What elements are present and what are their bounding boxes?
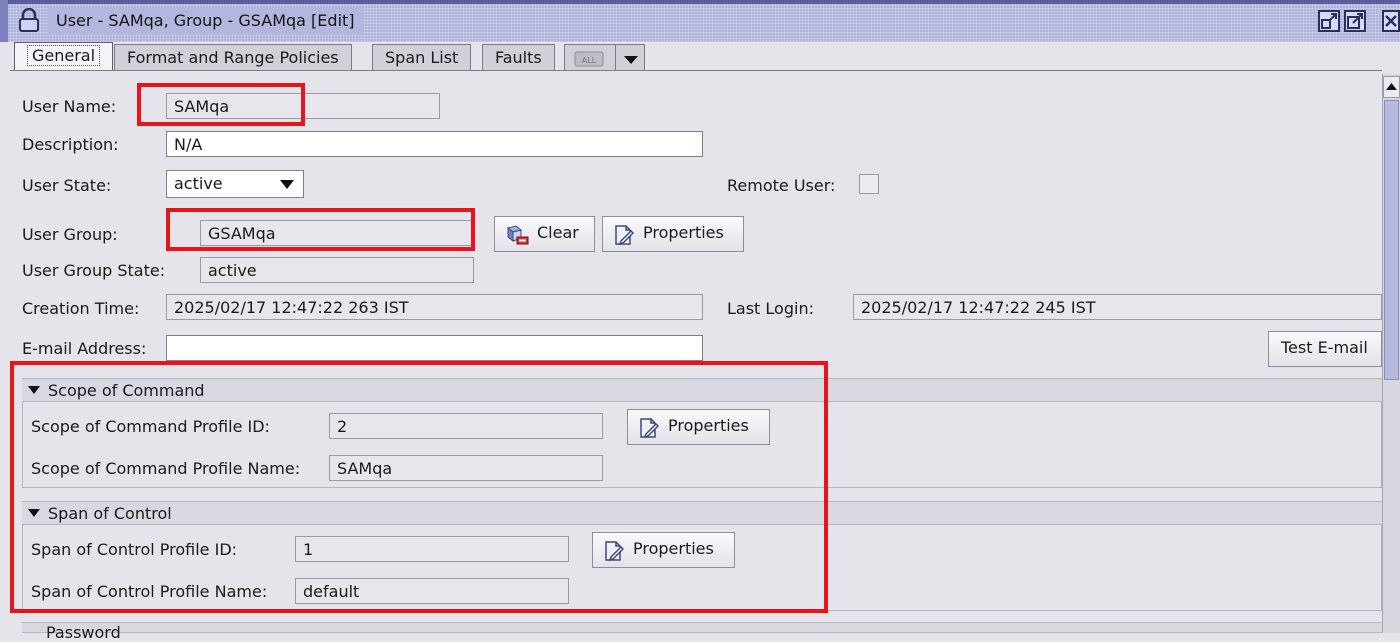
maximize-icon[interactable] [1344, 10, 1366, 32]
window-edge [0, 0, 8, 42]
user-group-label: User Group: [22, 225, 118, 244]
creation-time-field[interactable]: 2025/02/17 12:47:22 263 IST [166, 294, 703, 320]
user-state-label: User State: [22, 176, 112, 195]
svg-text:ALL: ALL [582, 56, 597, 65]
window-title: User - SAMqa, Group - GSAMqa [Edit] [48, 8, 363, 34]
user-state-select[interactable]: active [166, 170, 304, 198]
tab-strip: General Format and Range Policies Span L… [10, 42, 1400, 72]
email-field[interactable] [166, 335, 703, 361]
tab-divider [10, 70, 1382, 71]
user-group-state-field[interactable]: active [200, 257, 474, 283]
password-section-header[interactable]: Password [22, 622, 1382, 641]
tab-format-and-range-policies[interactable]: Format and Range Policies [114, 44, 352, 70]
close-icon[interactable] [1382, 10, 1400, 32]
description-field[interactable]: N/A [166, 131, 703, 157]
all-tabs-icon[interactable]: ALL [564, 44, 616, 70]
user-group-state-label: User Group State: [22, 261, 166, 280]
remote-user-checkbox[interactable] [859, 174, 879, 194]
clear-icon [506, 225, 529, 245]
user-group-properties-button[interactable]: Properties [602, 216, 744, 252]
detach-icon[interactable] [1318, 10, 1340, 32]
description-label: Description: [22, 135, 119, 154]
properties-icon [615, 225, 635, 246]
clear-button[interactable]: Clear [494, 216, 595, 252]
chevron-down-icon [280, 180, 294, 189]
highlight-profiles-sections [10, 361, 828, 613]
tab-span-list[interactable]: Span List [372, 44, 472, 70]
user-state-value: active [174, 174, 223, 193]
tab-faults[interactable]: Faults [482, 44, 555, 70]
email-label: E-mail Address: [22, 339, 147, 358]
last-login-field[interactable]: 2025/02/17 12:47:22 245 IST [853, 294, 1382, 320]
scrollbar-thumb[interactable] [1384, 100, 1399, 380]
test-email-button-label: Test E-mail [1281, 338, 1368, 357]
properties-button-label: Properties [643, 223, 724, 242]
password-section-title: Password [46, 623, 121, 642]
remote-user-label: Remote User: [727, 176, 836, 195]
user-name-label: User Name: [22, 97, 117, 116]
clear-button-label: Clear [537, 223, 579, 242]
tab-general[interactable]: General [14, 42, 114, 70]
test-email-button[interactable]: Test E-mail [1268, 331, 1382, 367]
highlight-user-name [137, 83, 305, 126]
highlight-user-group [166, 208, 475, 251]
tab-menu-dropdown[interactable] [615, 44, 645, 70]
last-login-label: Last Login: [727, 299, 814, 318]
lock-icon [18, 7, 40, 32]
scroll-up-button[interactable] [1383, 76, 1400, 98]
creation-time-label: Creation Time: [22, 299, 140, 318]
